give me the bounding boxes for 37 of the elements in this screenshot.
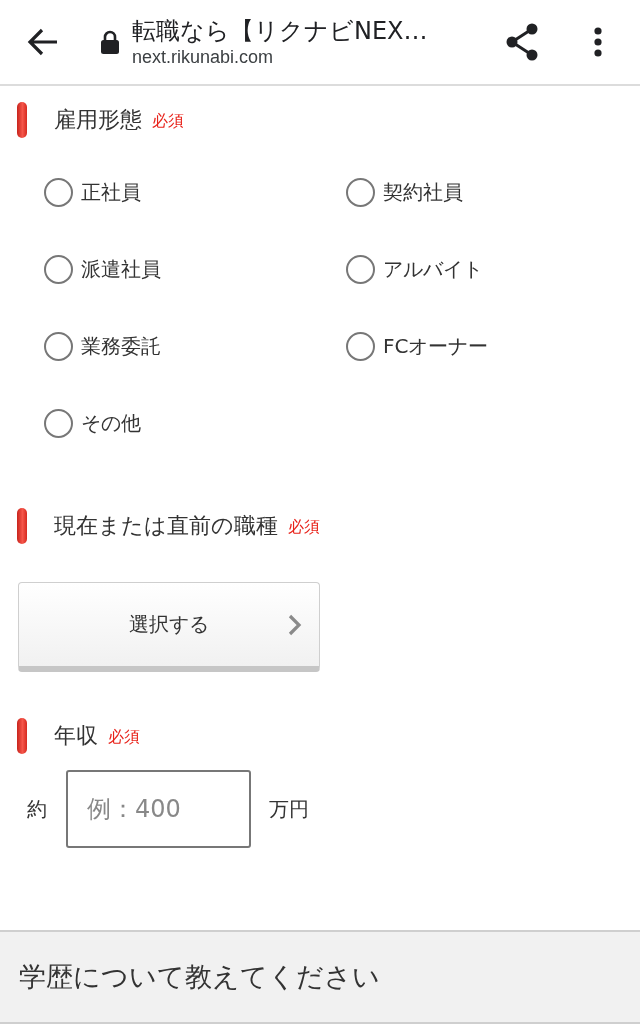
section-marker-icon <box>17 508 27 544</box>
radio-button[interactable] <box>44 409 73 438</box>
income-input[interactable]: 例：400 <box>66 770 251 848</box>
radio-button[interactable] <box>346 178 375 207</box>
section-marker-icon <box>17 718 27 754</box>
radio-label[interactable]: 契約社員 <box>383 179 463 206</box>
section-title: 雇用形態 <box>54 106 142 134</box>
url-text: next.rikunabi.com <box>132 46 275 68</box>
radio-button[interactable] <box>346 255 375 284</box>
radio-label[interactable]: FCオーナー <box>383 333 489 360</box>
prefix-label: 約 <box>27 795 47 823</box>
chevron-icon <box>288 613 302 636</box>
lock-icon <box>100 30 120 54</box>
back-arrow-icon <box>27 28 59 56</box>
radio-label[interactable]: 業務委託 <box>81 333 161 360</box>
radio-button[interactable] <box>44 255 73 284</box>
section-marker-icon <box>17 102 27 138</box>
required-label: 必須 <box>288 517 320 538</box>
section-header-bar[interactable]: 学歴について教えてください <box>0 930 640 1024</box>
section-title: 年収 <box>54 722 98 750</box>
required-label: 必須 <box>152 111 184 132</box>
radio-label[interactable]: 派遣社員 <box>81 256 161 283</box>
back-button[interactable] <box>27 28 59 56</box>
required-label: 必須 <box>108 727 140 748</box>
share-icon <box>505 23 539 61</box>
page-title: 転職なら【リクナビNEX… <box>132 16 429 46</box>
more-vertical-icon <box>594 27 602 57</box>
radio-label[interactable]: 正社員 <box>81 179 141 206</box>
unit-label: 万円 <box>269 795 309 823</box>
radio-button[interactable] <box>44 178 73 207</box>
section-header-title: 学歴について教えてください <box>19 960 380 994</box>
radio-label[interactable]: その他 <box>81 410 141 437</box>
radio-label[interactable]: アルバイト <box>383 256 483 283</box>
radio-button[interactable] <box>44 332 73 361</box>
radio-button[interactable] <box>346 332 375 361</box>
section-title: 現在または直前の職種 <box>54 512 278 540</box>
select-button[interactable]: 選択する <box>18 582 320 672</box>
